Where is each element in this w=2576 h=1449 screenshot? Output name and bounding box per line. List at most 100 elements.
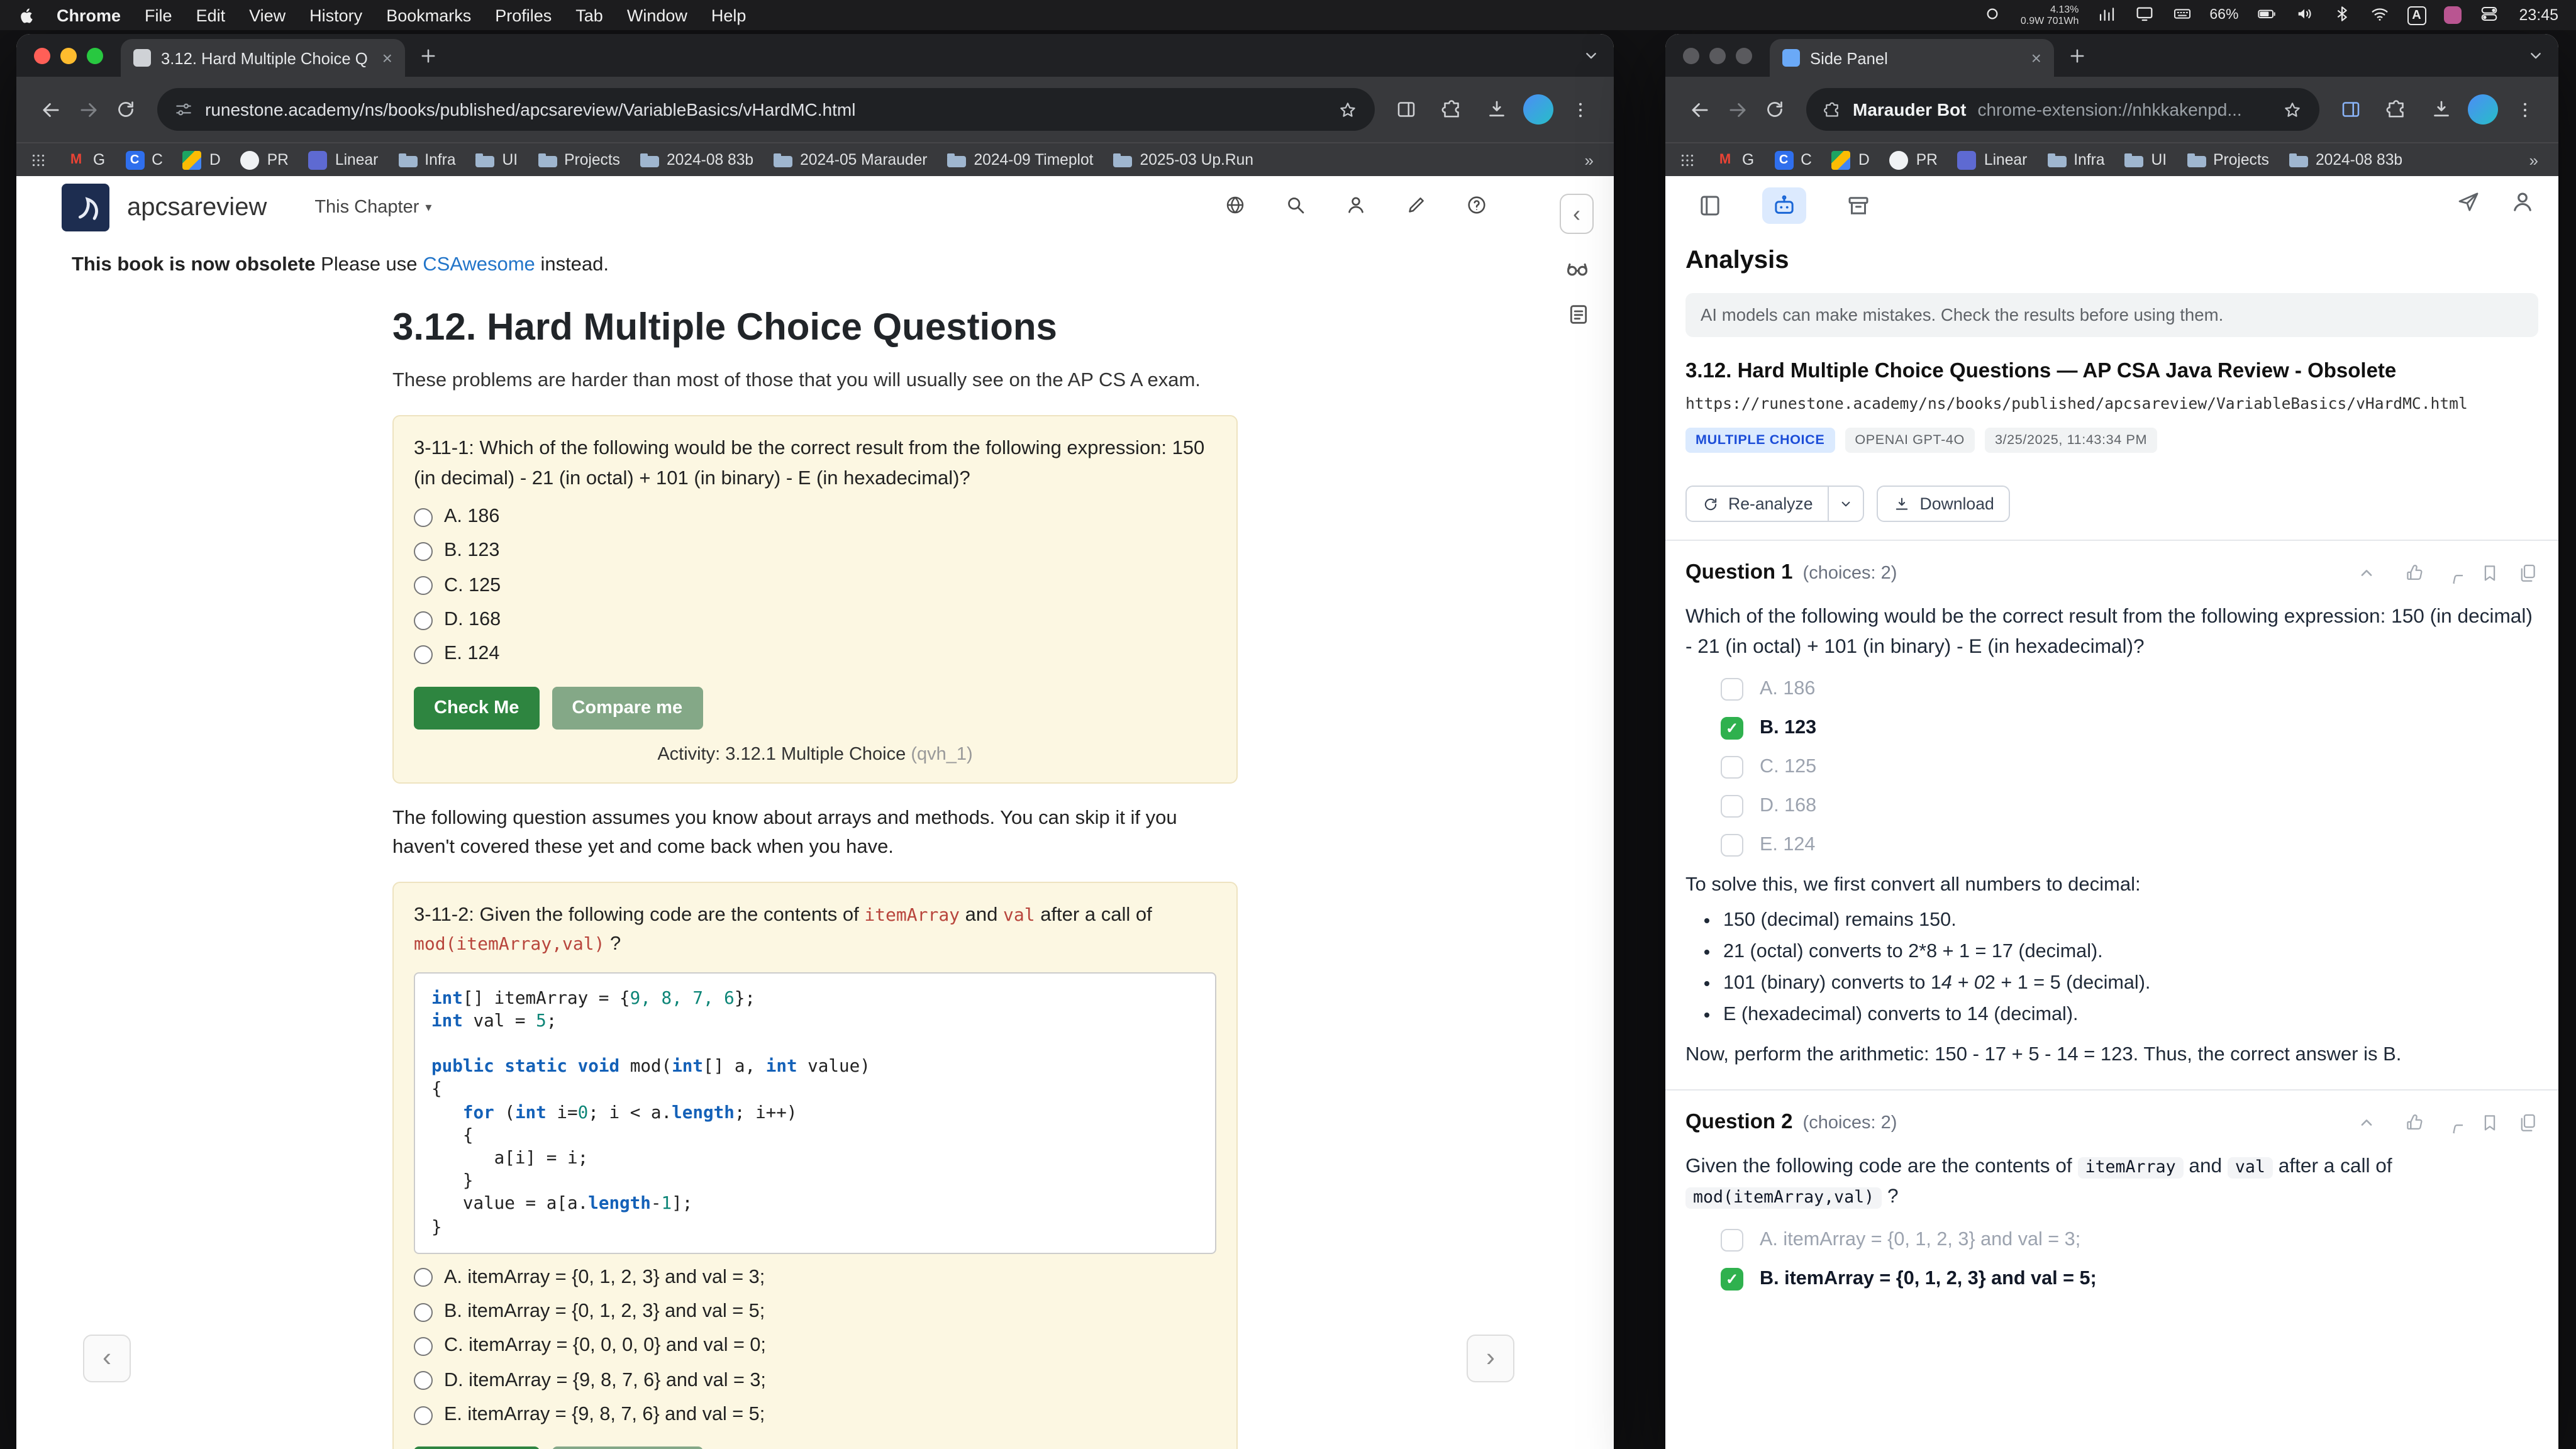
reanalyze-dropdown-button[interactable] — [1829, 486, 1865, 522]
radio-button[interactable] — [414, 542, 433, 561]
checkbox[interactable] — [1721, 796, 1743, 818]
wifi-icon[interactable] — [2369, 3, 2389, 27]
next-page-button[interactable]: › — [1467, 1335, 1514, 1382]
choice-row[interactable]: A. itemArray = {0, 1, 2, 3} and val = 3; — [1721, 1229, 2538, 1252]
answer-option[interactable]: D. itemArray = {9, 8, 7, 6} and val = 3; — [414, 1370, 1216, 1393]
bookmark-item[interactable]: PR — [1881, 147, 1946, 173]
thumbs-up-icon[interactable] — [2404, 562, 2425, 584]
choice-row[interactable]: E. 124 — [1721, 835, 2538, 857]
copy-icon[interactable] — [2517, 562, 2538, 584]
extensions-puzzle-icon[interactable] — [2377, 91, 2415, 128]
answer-option[interactable]: A. 186 — [414, 506, 1216, 529]
choice-row[interactable]: A. 186 — [1721, 679, 2538, 701]
collapse-question-icon[interactable] — [2356, 1113, 2377, 1134]
menu-item[interactable]: Window — [627, 6, 687, 25]
bookmark-item[interactable]: Projects — [2178, 147, 2278, 173]
record-status-icon[interactable] — [1983, 3, 2003, 27]
csawesome-link[interactable]: CSAwesome — [423, 254, 535, 275]
answer-option[interactable]: C. itemArray = {0, 0, 0, 0} and val = 0; — [414, 1335, 1216, 1358]
menubar-app-icon[interactable] — [2443, 6, 2461, 24]
menu-item[interactable]: Profiles — [495, 6, 552, 25]
side-panel-icon[interactable] — [2332, 91, 2370, 128]
forward-button[interactable] — [1718, 91, 1756, 128]
reload-button[interactable] — [107, 91, 145, 128]
download-button[interactable]: Download — [1877, 486, 2011, 522]
bookmark-item[interactable]: PR — [232, 147, 297, 173]
bookmarks-overflow-icon[interactable]: » — [1577, 150, 1601, 169]
zoom-window-button[interactable] — [1736, 47, 1752, 64]
search-icon[interactable] — [1284, 193, 1307, 222]
reload-button[interactable] — [1756, 91, 1794, 128]
bookmark-item[interactable]: 2024-08 83b — [631, 147, 762, 173]
bookmark-item[interactable]: G — [58, 147, 114, 173]
menu-item[interactable]: History — [309, 6, 362, 25]
globe-icon[interactable] — [1224, 193, 1246, 222]
collapse-panel-button[interactable]: ‹ — [1560, 194, 1594, 234]
tab-close-icon[interactable]: × — [2031, 49, 2041, 67]
downloads-icon[interactable] — [2423, 91, 2460, 128]
radio-button[interactable] — [414, 508, 433, 526]
checkbox[interactable] — [1721, 757, 1743, 779]
url-text[interactable]: chrome-extension://nhkkakenpd... — [1977, 99, 2270, 119]
prev-page-button[interactable]: ‹ — [83, 1335, 131, 1382]
close-window-button[interactable] — [34, 47, 50, 64]
menu-item[interactable]: Bookmarks — [386, 6, 471, 25]
radio-button[interactable] — [414, 611, 433, 630]
checkbox[interactable] — [1721, 679, 1743, 701]
radio-button[interactable] — [414, 1302, 433, 1321]
bookmark-item[interactable]: UI — [2116, 147, 2176, 173]
radio-button[interactable] — [414, 1269, 433, 1287]
scratchpad-icon[interactable] — [1566, 302, 1591, 327]
apple-menu-icon[interactable] — [18, 6, 36, 25]
edit-pencil-icon[interactable] — [1405, 193, 1428, 222]
compare-me-button[interactable]: Compare me — [552, 686, 702, 729]
bookmark-star-icon[interactable] — [2282, 99, 2303, 120]
display-icon[interactable] — [2134, 3, 2154, 27]
bookmark-icon[interactable] — [2479, 562, 2501, 584]
radio-button[interactable] — [414, 1337, 433, 1356]
radio-button[interactable] — [414, 1406, 433, 1425]
bookmark-star-icon[interactable] — [1337, 99, 1358, 120]
bookmark-item[interactable]: D — [174, 147, 230, 173]
choice-row[interactable]: B. itemArray = {0, 1, 2, 3} and val = 5; — [1721, 1268, 2538, 1291]
extensions-puzzle-icon[interactable] — [1433, 91, 1470, 128]
site-brand[interactable]: apcsareview — [127, 193, 267, 222]
checkbox[interactable] — [1721, 1268, 1743, 1291]
thumbs-down-icon[interactable] — [2441, 562, 2463, 584]
checkbox[interactable] — [1721, 718, 1743, 740]
bookmark-item[interactable]: 2024-05 Marauder — [765, 147, 936, 173]
thumbs-down-icon[interactable] — [2441, 1113, 2463, 1134]
answer-option[interactable]: B. 123 — [414, 540, 1216, 564]
send-icon[interactable] — [2455, 189, 2482, 221]
menu-item[interactable]: File — [145, 6, 172, 25]
reanalyze-button[interactable]: Re-analyze — [1685, 486, 1829, 522]
menu-item[interactable]: Edit — [196, 6, 226, 25]
new-tab-button[interactable] — [2067, 45, 2088, 66]
tab-search-icon[interactable] — [1581, 45, 1601, 65]
answer-option[interactable]: E. itemArray = {9, 8, 7, 6} and val = 5; — [414, 1404, 1216, 1427]
choice-row[interactable]: D. 168 — [1721, 796, 2538, 818]
check-me-button[interactable]: Check Me — [414, 686, 539, 729]
analysis-robot-tab-icon[interactable] — [1762, 187, 1806, 223]
chrome-menu-icon[interactable] — [2506, 91, 2543, 128]
bookmark-item[interactable]: Projects — [529, 147, 629, 173]
apps-grid-icon[interactable] — [29, 150, 48, 169]
browser-tab[interactable]: Side Panel × — [1770, 39, 2054, 77]
choice-row[interactable]: B. 123 — [1721, 718, 2538, 740]
checkbox[interactable] — [1721, 835, 1743, 857]
profile-avatar[interactable] — [1523, 94, 1553, 125]
account-icon[interactable] — [2509, 189, 2536, 221]
tab-search-icon[interactable] — [2526, 45, 2546, 65]
radio-button[interactable] — [414, 1372, 433, 1391]
input-source-icon[interactable]: A — [2407, 6, 2426, 25]
minimize-window-button[interactable] — [60, 47, 77, 64]
bookmark-item[interactable]: 2024-09 Timeplot — [938, 147, 1102, 173]
collapse-question-icon[interactable] — [2356, 562, 2377, 584]
bookmark-item[interactable]: Linear — [1949, 147, 2036, 173]
zoom-window-button[interactable] — [87, 47, 103, 64]
browser-tab[interactable]: 3.12. Hard Multiple Choice Q × — [121, 39, 405, 77]
answer-option[interactable]: B. itemArray = {0, 1, 2, 3} and val = 5; — [414, 1301, 1216, 1324]
radio-button[interactable] — [414, 577, 433, 596]
chapter-menu[interactable]: This Chapter▾ — [314, 197, 431, 218]
radio-button[interactable] — [414, 645, 433, 664]
